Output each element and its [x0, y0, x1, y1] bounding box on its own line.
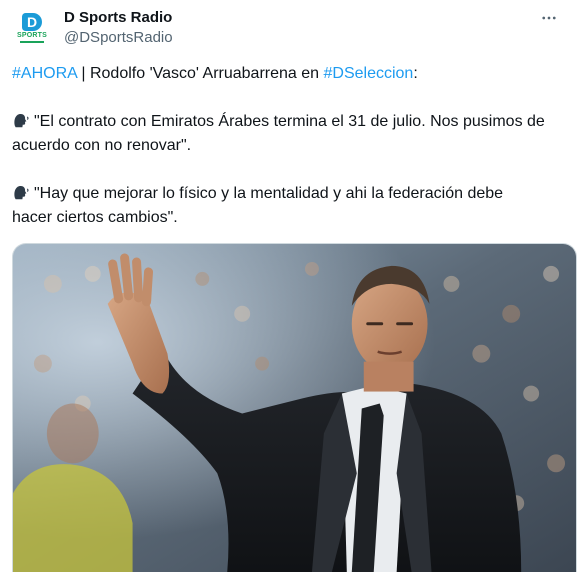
quote2-line2: hacer ciertos cambios". — [12, 209, 178, 226]
tweet-header: D SPORTS D Sports Radio @DSportsRadio — [12, 6, 565, 48]
avatar-logo-underline — [20, 41, 44, 43]
tweet-text: #AHORA | Rodolfo 'Vasco' Arruabarrena en… — [12, 62, 577, 230]
intro-text: | Rodolfo 'Vasco' Arruabarrena en — [76, 65, 324, 82]
hashtag-ahora[interactable]: #AHORA — [12, 65, 77, 82]
coach-photo — [13, 244, 576, 572]
speaking-head-icon — [14, 185, 29, 200]
tweet-line-intro: #AHORA | Rodolfo 'Vasco' Arruabarrena en… — [12, 62, 577, 86]
tweet-photo[interactable] — [12, 243, 577, 572]
author-info: D Sports Radio @DSportsRadio — [64, 8, 173, 48]
quote1-line1: "El contrato con Emiratos Árabes termina… — [12, 110, 577, 134]
quote2-text-line1: "Hay que mejorar lo físico y la mentalid… — [34, 185, 504, 202]
avatar-logo-word: SPORTS — [17, 32, 47, 39]
author-display-name[interactable]: D Sports Radio — [64, 8, 173, 28]
avatar[interactable]: D SPORTS — [12, 8, 52, 48]
avatar-logo-letter: D — [22, 13, 42, 31]
quote2-line1: "Hay que mejorar lo físico y la mentalid… — [12, 182, 577, 206]
quote1-text-line1: "El contrato con Emiratos Árabes termina… — [34, 113, 545, 130]
speaking-head-icon — [14, 113, 29, 128]
quote1-line2: acuerdo con no renovar". — [12, 137, 192, 154]
intro-colon: : — [413, 65, 418, 82]
hashtag-dseleccion[interactable]: #DSeleccion — [323, 65, 413, 82]
more-options-button[interactable] — [537, 8, 561, 28]
more-options-icon — [542, 16, 556, 20]
author-handle[interactable]: @DSportsRadio — [64, 28, 173, 48]
